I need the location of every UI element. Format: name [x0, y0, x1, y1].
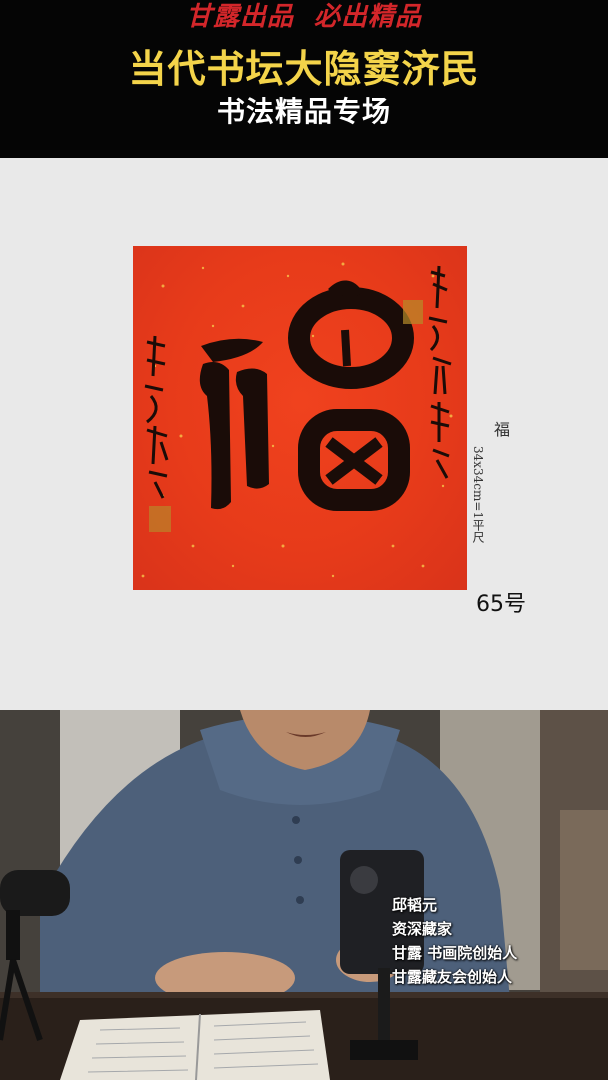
product-display: 福 34x34cm=1平尺 65号 — [0, 158, 608, 710]
calligraphy-drawing — [141, 262, 453, 578]
caption-name: 邱韬元 — [392, 896, 438, 914]
work-size: 34x34cm=1平尺 — [471, 446, 485, 544]
header-subtitle: 书法精品专场 — [216, 95, 391, 128]
inscription-right — [428, 265, 452, 479]
caption-founder-2: 甘露藏友会创始人 — [392, 968, 513, 986]
inscription-left — [144, 335, 169, 499]
video-scene[interactable]: 邱韬元 资深藏家 甘露 书画院创始人 甘露藏友会创始人 — [0, 710, 608, 1080]
header-title: 当代书坛大隐窦济民 — [128, 47, 480, 91]
header-banner: 甘露出品 必出精品 当代书坛大隐窦济民 书法精品专场 — [0, 0, 608, 158]
caption-founder-1: 甘露 书画院创始人 — [392, 944, 518, 962]
app-root: 甘露出品 必出精品 当代书坛大隐窦济民 书法精品专场 福 34x34cm=1平尺… — [0, 0, 608, 1080]
work-title: 福 — [494, 420, 511, 439]
fu-radical — [199, 338, 269, 510]
fu-calligraphy-artwork[interactable] — [133, 246, 467, 590]
caption-role: 资深藏家 — [392, 920, 453, 938]
seal-top — [403, 300, 423, 324]
fu-right-part — [288, 287, 414, 511]
seal-bottom — [149, 506, 171, 532]
video-caption: 邱韬元 资深藏家 甘露 书画院创始人 甘露藏友会创始人 — [392, 893, 517, 989]
header-tagline: 甘露出品 必出精品 — [185, 2, 423, 32]
work-number: 65号 — [476, 592, 526, 617]
